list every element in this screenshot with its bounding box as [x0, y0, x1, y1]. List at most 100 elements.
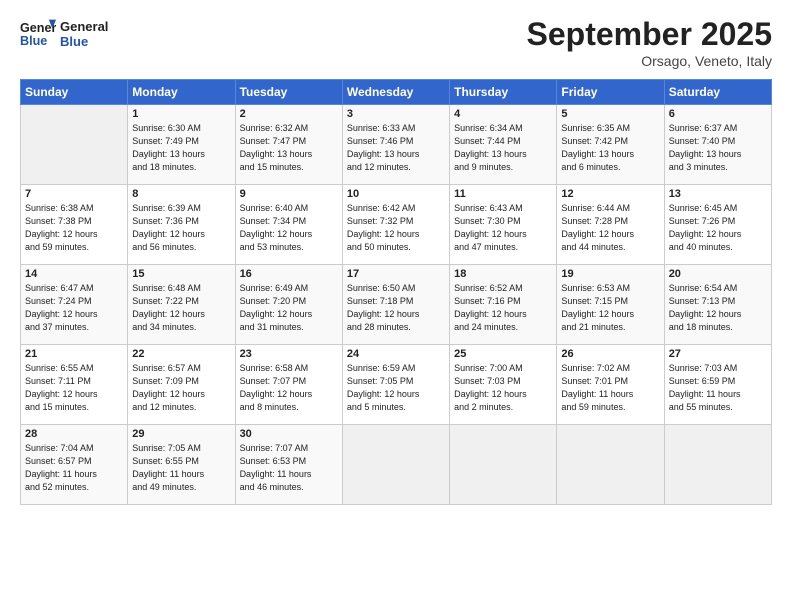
day-info: Sunrise: 6:58 AM Sunset: 7:07 PM Dayligh…: [240, 362, 338, 414]
day-cell: 21Sunrise: 6:55 AM Sunset: 7:11 PM Dayli…: [21, 345, 128, 425]
week-row-5: 28Sunrise: 7:04 AM Sunset: 6:57 PM Dayli…: [21, 425, 772, 505]
day-number: 9: [240, 188, 338, 200]
header: General Blue General Blue September 2025…: [20, 16, 772, 69]
day-cell: 9 Sunrise: 6:40 AM Sunset: 7:34 PM Daylig…: [235, 185, 342, 265]
col-header-thursday: Thursday: [450, 80, 557, 105]
day-cell: [664, 425, 771, 505]
day-number: 16: [240, 268, 338, 280]
day-info: Sunrise: 7:05 AM Sunset: 6:55 PM Dayligh…: [132, 442, 230, 494]
day-cell: [21, 105, 128, 185]
day-info: Sunrise: 6:49 AM Sunset: 7:20 PM Dayligh…: [240, 282, 338, 334]
day-number: 11: [454, 188, 552, 200]
week-row-1: 1 Sunrise: 6:30 AM Sunset: 7:49 PM Daylig…: [21, 105, 772, 185]
col-header-wednesday: Wednesday: [342, 80, 449, 105]
day-number: 20: [669, 268, 767, 280]
day-number: 10: [347, 188, 445, 200]
svg-text:Blue: Blue: [20, 34, 47, 48]
day-info: Sunrise: 6:50 AM Sunset: 7:18 PM Dayligh…: [347, 282, 445, 334]
day-cell: [342, 425, 449, 505]
col-header-friday: Friday: [557, 80, 664, 105]
day-info: Sunrise: 6:45 AM Sunset: 7:26 PM Dayligh…: [669, 202, 767, 254]
day-info: Sunrise: 6:48 AM Sunset: 7:22 PM Dayligh…: [132, 282, 230, 334]
day-cell: 23Sunrise: 6:58 AM Sunset: 7:07 PM Dayli…: [235, 345, 342, 425]
day-info: Sunrise: 7:07 AM Sunset: 6:53 PM Dayligh…: [240, 442, 338, 494]
day-number: 27: [669, 348, 767, 360]
day-number: 22: [132, 348, 230, 360]
week-row-2: 7Sunrise: 6:38 AM Sunset: 7:38 PM Daylig…: [21, 185, 772, 265]
day-info: Sunrise: 6:30 AM Sunset: 7:49 PM Dayligh…: [132, 122, 230, 174]
day-cell: 7Sunrise: 6:38 AM Sunset: 7:38 PM Daylig…: [21, 185, 128, 265]
day-info: Sunrise: 7:02 AM Sunset: 7:01 PM Dayligh…: [561, 362, 659, 414]
day-info: Sunrise: 6:37 AM Sunset: 7:40 PM Dayligh…: [669, 122, 767, 174]
day-cell: 16 Sunrise: 6:49 AM Sunset: 7:20 PM Dayli…: [235, 265, 342, 345]
day-number: 6: [669, 108, 767, 120]
day-cell: 3Sunrise: 6:33 AM Sunset: 7:46 PM Daylig…: [342, 105, 449, 185]
day-info: Sunrise: 6:59 AM Sunset: 7:05 PM Dayligh…: [347, 362, 445, 414]
day-cell: 25 Sunrise: 7:00 AM Sunset: 7:03 PM Dayli…: [450, 345, 557, 425]
day-cell: 18Sunrise: 6:52 AM Sunset: 7:16 PM Dayli…: [450, 265, 557, 345]
day-number: 3: [347, 108, 445, 120]
day-info: Sunrise: 6:57 AM Sunset: 7:09 PM Dayligh…: [132, 362, 230, 414]
calendar-header-row: SundayMondayTuesdayWednesdayThursdayFrid…: [21, 80, 772, 105]
day-number: 2: [240, 108, 338, 120]
day-number: 26: [561, 348, 659, 360]
day-number: 30: [240, 428, 338, 440]
day-cell: 13 Sunrise: 6:45 AM Sunset: 7:26 PM Dayli…: [664, 185, 771, 265]
day-cell: 10 Sunrise: 6:42 AM Sunset: 7:32 PM Dayli…: [342, 185, 449, 265]
day-cell: 4 Sunrise: 6:34 AM Sunset: 7:44 PM Daylig…: [450, 105, 557, 185]
day-number: 17: [347, 268, 445, 280]
day-info: Sunrise: 6:47 AM Sunset: 7:24 PM Dayligh…: [25, 282, 123, 334]
day-info: Sunrise: 7:00 AM Sunset: 7:03 PM Dayligh…: [454, 362, 552, 414]
week-row-3: 14 Sunrise: 6:47 AM Sunset: 7:24 PM Dayli…: [21, 265, 772, 345]
day-number: 24: [347, 348, 445, 360]
day-info: Sunrise: 6:34 AM Sunset: 7:44 PM Dayligh…: [454, 122, 552, 174]
day-cell: [450, 425, 557, 505]
day-number: 25: [454, 348, 552, 360]
day-cell: 1 Sunrise: 6:30 AM Sunset: 7:49 PM Daylig…: [128, 105, 235, 185]
day-cell: 5Sunrise: 6:35 AM Sunset: 7:42 PM Daylig…: [557, 105, 664, 185]
day-number: 4: [454, 108, 552, 120]
col-header-monday: Monday: [128, 80, 235, 105]
logo-general: General: [60, 19, 108, 34]
logo: General Blue General Blue: [20, 16, 108, 52]
day-number: 19: [561, 268, 659, 280]
day-info: Sunrise: 6:55 AM Sunset: 7:11 PM Dayligh…: [25, 362, 123, 414]
col-header-saturday: Saturday: [664, 80, 771, 105]
day-number: 14: [25, 268, 123, 280]
week-row-4: 21Sunrise: 6:55 AM Sunset: 7:11 PM Dayli…: [21, 345, 772, 425]
day-info: Sunrise: 6:32 AM Sunset: 7:47 PM Dayligh…: [240, 122, 338, 174]
day-info: Sunrise: 6:40 AM Sunset: 7:34 PM Dayligh…: [240, 202, 338, 254]
day-cell: 8 Sunrise: 6:39 AM Sunset: 7:36 PM Daylig…: [128, 185, 235, 265]
day-cell: 19Sunrise: 6:53 AM Sunset: 7:15 PM Dayli…: [557, 265, 664, 345]
day-info: Sunrise: 7:03 AM Sunset: 6:59 PM Dayligh…: [669, 362, 767, 414]
day-number: 18: [454, 268, 552, 280]
day-cell: 12Sunrise: 6:44 AM Sunset: 7:28 PM Dayli…: [557, 185, 664, 265]
location: Orsago, Veneto, Italy: [527, 53, 772, 69]
col-header-sunday: Sunday: [21, 80, 128, 105]
col-header-tuesday: Tuesday: [235, 80, 342, 105]
day-number: 1: [132, 108, 230, 120]
day-cell: 24 Sunrise: 6:59 AM Sunset: 7:05 PM Dayli…: [342, 345, 449, 425]
day-number: 12: [561, 188, 659, 200]
day-cell: 15Sunrise: 6:48 AM Sunset: 7:22 PM Dayli…: [128, 265, 235, 345]
day-info: Sunrise: 6:43 AM Sunset: 7:30 PM Dayligh…: [454, 202, 552, 254]
day-cell: 29Sunrise: 7:05 AM Sunset: 6:55 PM Dayli…: [128, 425, 235, 505]
day-number: 13: [669, 188, 767, 200]
day-cell: 14 Sunrise: 6:47 AM Sunset: 7:24 PM Dayli…: [21, 265, 128, 345]
day-number: 7: [25, 188, 123, 200]
calendar-table: SundayMondayTuesdayWednesdayThursdayFrid…: [20, 79, 772, 505]
day-info: Sunrise: 6:54 AM Sunset: 7:13 PM Dayligh…: [669, 282, 767, 334]
day-cell: 6 Sunrise: 6:37 AM Sunset: 7:40 PM Daylig…: [664, 105, 771, 185]
day-cell: 22 Sunrise: 6:57 AM Sunset: 7:09 PM Dayli…: [128, 345, 235, 425]
day-cell: [557, 425, 664, 505]
logo-blue: Blue: [60, 34, 108, 49]
day-info: Sunrise: 6:39 AM Sunset: 7:36 PM Dayligh…: [132, 202, 230, 254]
day-info: Sunrise: 7:04 AM Sunset: 6:57 PM Dayligh…: [25, 442, 123, 494]
day-info: Sunrise: 6:42 AM Sunset: 7:32 PM Dayligh…: [347, 202, 445, 254]
month-title: September 2025: [527, 16, 772, 53]
day-cell: 2 Sunrise: 6:32 AM Sunset: 7:47 PM Daylig…: [235, 105, 342, 185]
page: General Blue General Blue September 2025…: [0, 0, 792, 521]
day-number: 8: [132, 188, 230, 200]
day-cell: 20 Sunrise: 6:54 AM Sunset: 7:13 PM Dayli…: [664, 265, 771, 345]
day-cell: 26 Sunrise: 7:02 AM Sunset: 7:01 PM Dayli…: [557, 345, 664, 425]
